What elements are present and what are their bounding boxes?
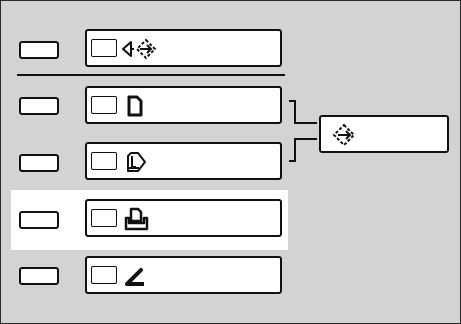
row-2-button[interactable] bbox=[85, 86, 282, 124]
row-2-indicator bbox=[19, 97, 59, 115]
stack-tray-icon bbox=[124, 207, 150, 232]
row-1-button[interactable] bbox=[85, 29, 282, 67]
row-2-inner-box bbox=[91, 96, 117, 114]
row-5-button[interactable] bbox=[85, 256, 282, 294]
document-icon bbox=[126, 95, 144, 117]
row-5-indicator bbox=[19, 267, 59, 285]
thick-document-icon bbox=[125, 151, 149, 173]
angle-icon bbox=[123, 265, 147, 287]
auto-select-button[interactable] bbox=[319, 115, 449, 153]
auto-detect-arrows-icon bbox=[120, 38, 168, 60]
row-3-inner-box bbox=[91, 152, 117, 170]
row-4-inner-box bbox=[91, 209, 117, 227]
control-panel bbox=[0, 0, 461, 324]
auto-select-icon bbox=[332, 123, 357, 147]
separator-line bbox=[17, 74, 285, 76]
row-3-button[interactable] bbox=[85, 142, 282, 180]
row-3-indicator bbox=[19, 154, 59, 172]
row-4-indicator bbox=[19, 211, 59, 229]
row-1-indicator bbox=[19, 41, 59, 59]
row-4-button[interactable] bbox=[85, 199, 282, 237]
row-5-inner-box bbox=[91, 266, 117, 284]
row-1-inner-box bbox=[91, 39, 117, 57]
